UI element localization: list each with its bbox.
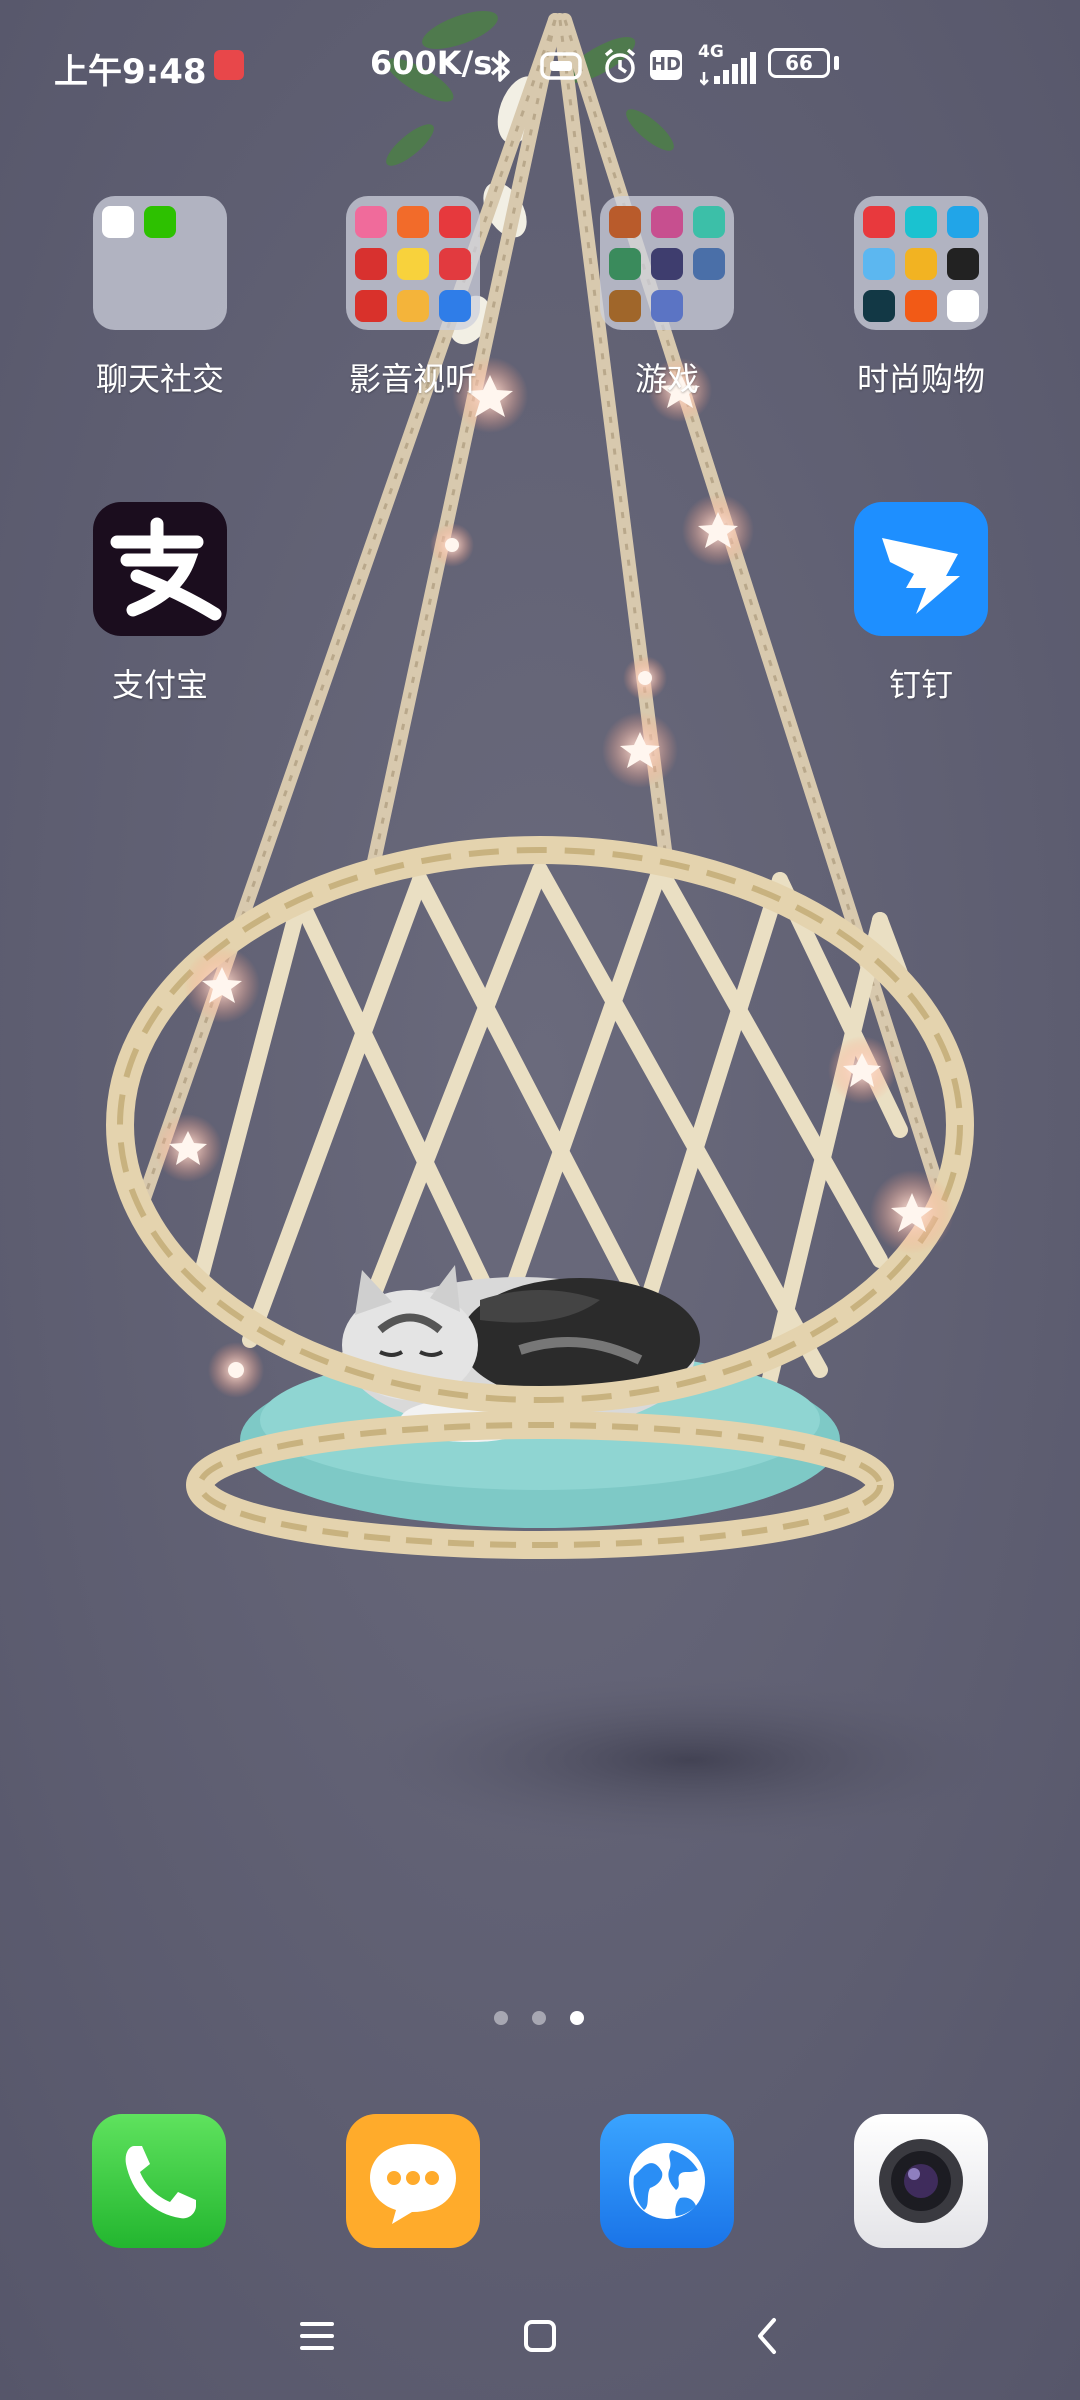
qq-icon xyxy=(102,206,134,238)
shop-icon-4 xyxy=(863,248,895,280)
folder-label: 影音视听 xyxy=(348,360,477,398)
post-app-icon xyxy=(355,290,387,322)
game-icon-7 xyxy=(609,290,641,322)
alarm-icon xyxy=(604,48,636,83)
status-bar: 上午9:48 600K/s HD 4G 66 xyxy=(0,36,1080,92)
shop-icon-3 xyxy=(947,206,979,238)
folder-preview xyxy=(346,196,480,330)
dingtalk-icon xyxy=(854,502,988,636)
dock-browser-app[interactable] xyxy=(600,2114,734,2248)
browser-icon xyxy=(629,2143,705,2219)
bluetooth-icon xyxy=(490,50,510,82)
video-app-icon xyxy=(397,206,429,238)
folder-preview xyxy=(600,196,734,330)
dock-messages-app[interactable] xyxy=(346,2114,480,2248)
dock-camera-app[interactable] xyxy=(854,2114,988,2248)
page-dot-3-active[interactable] xyxy=(570,2011,584,2025)
netease-music-icon xyxy=(439,206,471,238)
home-icon xyxy=(524,2320,556,2352)
page-dot-2[interactable] xyxy=(532,2011,546,2025)
app-alipay[interactable]: 支付宝 xyxy=(60,502,260,706)
home-button[interactable] xyxy=(510,2306,570,2366)
battery-level: 66 xyxy=(785,51,813,75)
alipay-icon xyxy=(93,502,227,636)
back-icon xyxy=(758,2318,776,2354)
messages-icon xyxy=(370,2144,456,2224)
folder-label: 聊天社交 xyxy=(95,360,224,398)
page-indicator xyxy=(486,2008,594,2028)
notification-app-icon xyxy=(214,50,244,80)
app-label: 钉钉 xyxy=(888,666,953,704)
hd-icon: HD xyxy=(650,50,682,80)
folder-preview xyxy=(854,196,988,330)
comic-app-icon xyxy=(397,248,429,280)
shop-icon-9 xyxy=(947,290,979,322)
camera-icon xyxy=(879,2139,963,2223)
bird-app-icon xyxy=(439,290,471,322)
game-icon-2 xyxy=(651,206,683,238)
menu-button[interactable] xyxy=(287,2306,347,2366)
phone-icon xyxy=(125,2146,196,2219)
taptap-icon xyxy=(905,206,937,238)
folder-shopping[interactable]: 时尚购物 xyxy=(821,196,1021,400)
app-label: 支付宝 xyxy=(111,666,208,704)
shop-icon-7 xyxy=(863,290,895,322)
signal-icon xyxy=(700,52,756,86)
folder-chat-social[interactable]: 聊天社交 xyxy=(60,196,260,400)
folder-games[interactable]: 游戏 xyxy=(567,196,767,400)
shop-icon-6 xyxy=(947,248,979,280)
game-icon-8 xyxy=(651,290,683,322)
page-dot-1[interactable] xyxy=(494,2011,508,2025)
bilibili-icon xyxy=(355,206,387,238)
battery-tip xyxy=(834,56,839,70)
taobao-icon xyxy=(905,290,937,322)
app-dingtalk[interactable]: 钉钉 xyxy=(821,502,1021,706)
book-app-icon xyxy=(397,290,429,322)
folder-label: 时尚购物 xyxy=(856,360,985,398)
status-time: 上午9:48 xyxy=(54,52,207,92)
folder-label: 游戏 xyxy=(634,360,699,398)
game-icon-6 xyxy=(693,248,725,280)
dock-phone-app[interactable] xyxy=(92,2114,226,2248)
shop-icon-5 xyxy=(905,248,937,280)
network-speed: 600K/s xyxy=(370,44,493,82)
folder-preview xyxy=(93,196,227,330)
reader-app-icon xyxy=(439,248,471,280)
game-icon-3 xyxy=(693,206,725,238)
folder-media[interactable]: 影音视听 xyxy=(313,196,513,400)
game-icon-5 xyxy=(651,248,683,280)
qidian-icon xyxy=(355,248,387,280)
menu-icon xyxy=(300,2322,334,2350)
back-button[interactable] xyxy=(738,2306,798,2366)
wechat-icon xyxy=(144,206,176,238)
shop-icon-1 xyxy=(863,206,895,238)
game-icon-4 xyxy=(609,248,641,280)
battery-icon: 66 xyxy=(768,48,830,78)
vibrate-icon xyxy=(540,52,582,80)
game-icon-1 xyxy=(609,206,641,238)
